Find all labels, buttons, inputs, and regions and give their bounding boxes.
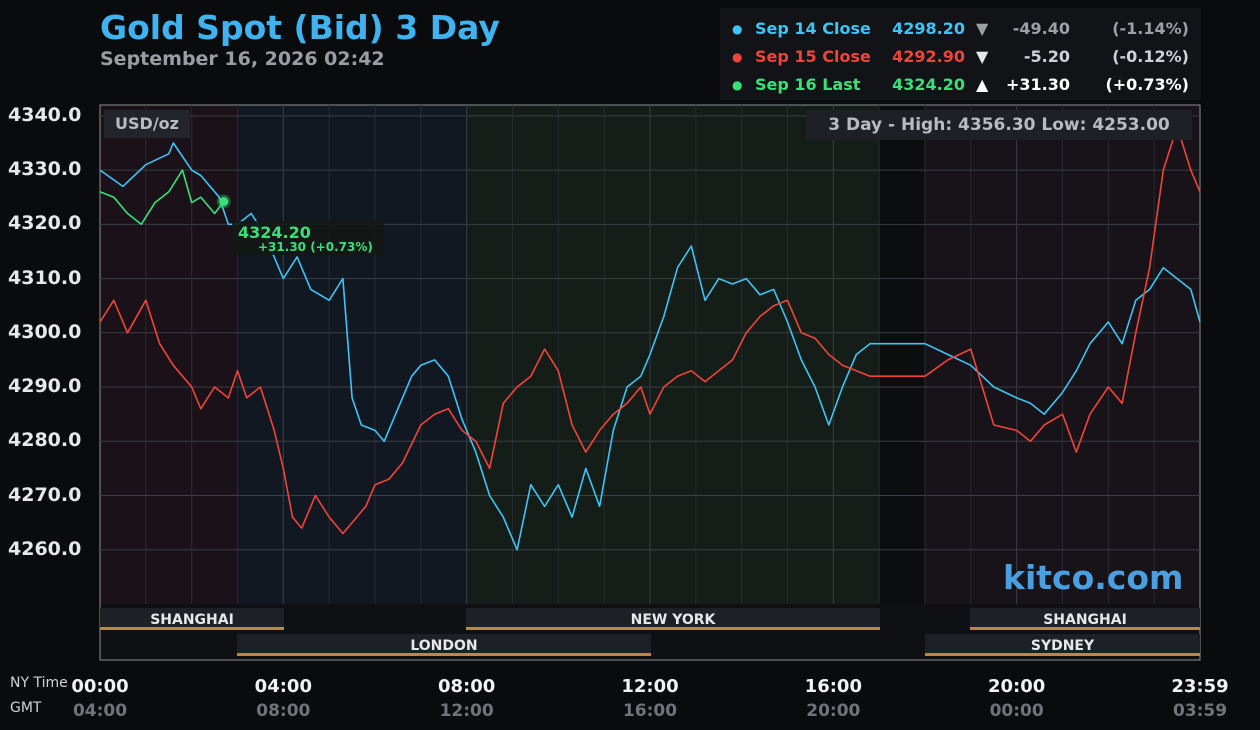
- y-tick-label: 4320.0: [8, 212, 82, 235]
- y-tick-label: 4340.0: [8, 103, 82, 126]
- x-tick-label-gmt: 12:00: [439, 701, 494, 721]
- unit-label: USD/oz: [104, 110, 190, 138]
- y-tick-label: 4300.0: [8, 320, 82, 343]
- y-tick-label: 4260.0: [8, 537, 82, 560]
- session-band: [879, 105, 925, 604]
- x-tick-label-ny: 08:00: [438, 676, 496, 697]
- x-tick-label-gmt: 04:00: [72, 701, 128, 721]
- x-tick-label-ny: 20:00: [988, 676, 1046, 697]
- y-tick-label: 4290.0: [8, 375, 82, 398]
- last-price-change: +31.30 (+0.73%): [258, 240, 373, 254]
- high-low-readout: 3 Day - High: 4356.30 Low: 4253.00: [806, 110, 1192, 140]
- x-tick-label-ny: 23:59: [1171, 676, 1229, 697]
- session-new-york: NEW YORK: [466, 608, 880, 630]
- session-band: [466, 105, 880, 604]
- x-tick-label-gmt: 08:00: [256, 701, 311, 721]
- y-tick-label: 4330.0: [8, 158, 82, 181]
- y-tick-label: 4280.0: [8, 429, 82, 452]
- x-tick-label-gmt: 03:59: [1172, 701, 1228, 721]
- y-tick-label: 4310.0: [8, 266, 82, 289]
- session-sydney: SYDNEY: [925, 634, 1200, 656]
- last-price-dot: [219, 197, 229, 207]
- kitco-watermark: kitco.com: [1003, 558, 1184, 597]
- session-shanghai-1: SHANGHAI: [100, 608, 284, 630]
- session-band: [100, 105, 238, 604]
- ny-time-label: NY Time: [10, 675, 68, 691]
- x-tick-label-ny: 00:00: [71, 676, 129, 697]
- x-tick-label-ny: 16:00: [804, 676, 862, 697]
- x-tick-label-ny: 12:00: [621, 676, 679, 697]
- x-tick-label-gmt: 16:00: [622, 701, 678, 721]
- x-tick-label-gmt: 20:00: [806, 701, 861, 721]
- y-tick-label: 4270.0: [8, 483, 82, 506]
- session-london: LONDON: [237, 634, 651, 656]
- x-tick-label-gmt: 00:00: [989, 701, 1044, 721]
- session-band: [237, 105, 467, 604]
- gmt-label: GMT: [10, 700, 42, 716]
- session-shanghai-2: SHANGHAI: [970, 608, 1200, 630]
- x-tick-label-ny: 04:00: [254, 676, 312, 697]
